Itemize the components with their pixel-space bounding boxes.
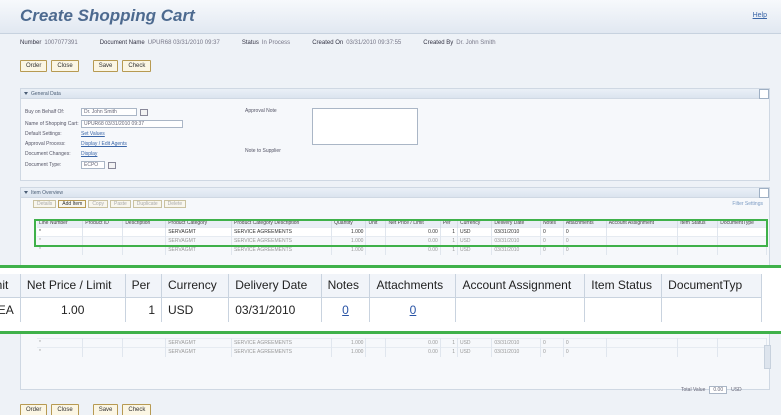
total-value-amount: 0.00: [709, 386, 728, 394]
highlight-frame: [34, 219, 768, 247]
buy-on-behalf-row: Buy on Behalf Of: Dr. John Smith: [25, 108, 148, 116]
zoom-col-per[interactable]: Per: [125, 274, 163, 297]
buy-on-behalf-field[interactable]: Dr. John Smith: [81, 108, 137, 116]
zoom-col-delivery-date[interactable]: Delivery Date: [228, 274, 322, 297]
zoomed-table-header: Unit Net Price / Limit Per Currency Deli…: [0, 274, 762, 297]
zoom-col-currency[interactable]: Currency: [161, 274, 230, 297]
settings-link[interactable]: Settings: [745, 201, 763, 207]
top-button-row: Order Close Save Check: [20, 60, 152, 72]
zoom-price-cell[interactable]: 1.00: [20, 296, 126, 322]
zoom-currency-cell[interactable]: USD: [161, 296, 230, 322]
title-bar: Create Shopping Cart Help: [0, 0, 781, 34]
document-changes-row: Document Changes: Display: [25, 151, 98, 157]
order-button[interactable]: Order: [20, 60, 48, 72]
display-changes-link[interactable]: Display: [81, 151, 97, 157]
table-row[interactable]: EA 1.00 1 USD 03/31/2010 0 0: [0, 296, 762, 322]
value-help-icon[interactable]: [108, 161, 116, 169]
header-number: Number 1007077391: [20, 40, 78, 46]
order-button[interactable]: Order: [20, 404, 48, 415]
header-created-on: Created On 03/31/2010 09:37:55: [312, 40, 402, 46]
expand-triangle-icon: [24, 191, 28, 194]
total-value-label: Total Value: [681, 387, 706, 393]
zoom-col-account-assignment[interactable]: Account Assignment: [455, 274, 586, 297]
zoom-date-cell[interactable]: 03/31/2010: [228, 296, 322, 322]
save-button[interactable]: Save: [92, 404, 119, 415]
document-header: Number 1007077391 Document Name UPUR68 03/…: [20, 40, 760, 46]
close-button[interactable]: Close: [51, 60, 79, 72]
zoomed-item-table: Unit Net Price / Limit Per Currency Deli…: [0, 274, 762, 322]
document-type-row: Document Type: ECPO: [25, 161, 116, 169]
item-table-lower: * SERVAGMT SERVICE AGREEMENTS 1.000 0.00 1…: [37, 338, 767, 357]
copy-button[interactable]: Copy: [88, 200, 108, 208]
zoom-status-cell: [584, 296, 663, 322]
zoom-col-attachments[interactable]: Attachments: [369, 274, 457, 297]
value-help-icon[interactable]: [140, 108, 148, 116]
check-button[interactable]: Check: [122, 60, 152, 72]
item-toolbar: Details Add Item Copy Paste Duplicate De…: [33, 200, 187, 208]
item-overview-header[interactable]: Item Overview: [21, 188, 769, 198]
total-value-currency: USD: [731, 387, 742, 393]
check-button[interactable]: Check: [122, 404, 152, 415]
approval-process-row: Approval Process: Display / Edit Agents: [25, 141, 127, 147]
zoom-col-net-price[interactable]: Net Price / Limit: [20, 274, 126, 297]
general-data-panel: General Data Buy on Behalf Of: Dr. John …: [20, 88, 770, 181]
edit-agents-link[interactable]: Display / Edit Agents: [81, 141, 127, 147]
cart-name-field[interactable]: UPUR68 03/31/2010 09:37: [81, 120, 183, 128]
zoom-doctype-cell[interactable]: [661, 296, 762, 322]
general-data-header[interactable]: General Data: [21, 89, 769, 99]
zoom-col-item-status[interactable]: Item Status: [584, 274, 663, 297]
header-status: Status In Process: [241, 40, 291, 46]
table-row[interactable]: * SERVAGMT SERVICE AGREEMENTS 1.000 0.00 1…: [37, 347, 767, 357]
document-type-field[interactable]: ECPO: [81, 161, 105, 169]
paste-button[interactable]: Paste: [110, 200, 131, 208]
zoom-account-cell[interactable]: [455, 296, 586, 322]
collapse-icon[interactable]: [759, 89, 769, 99]
save-button[interactable]: Save: [92, 60, 119, 72]
zoom-unit-cell[interactable]: EA: [0, 296, 21, 322]
zoom-col-unit[interactable]: Unit: [0, 274, 21, 297]
bottom-button-row: Order Close Save Check: [20, 404, 152, 415]
attachments-link[interactable]: 0: [410, 303, 417, 317]
approval-note-label: Approval Note: [245, 108, 277, 114]
zoom-attachments-cell[interactable]: 0: [369, 296, 457, 322]
zoom-per-cell[interactable]: 1: [125, 296, 163, 322]
add-item-button[interactable]: Add Item: [58, 200, 87, 208]
table-scrollbar[interactable]: [764, 345, 771, 369]
details-button[interactable]: Details: [33, 200, 57, 208]
zoomed-item-callout: Unit Net Price / Limit Per Currency Deli…: [0, 265, 781, 334]
expand-triangle-icon: [24, 92, 28, 95]
default-settings-row: Default Settings: Set Values: [25, 131, 105, 137]
zoom-notes-cell[interactable]: 0: [321, 296, 371, 322]
delete-button[interactable]: Delete: [163, 200, 187, 208]
zoom-col-notes[interactable]: Notes: [321, 274, 371, 297]
header-created-by: Created By Dr. John Smith: [423, 40, 496, 46]
set-values-link[interactable]: Set Values: [81, 131, 105, 137]
collapse-icon[interactable]: [759, 188, 769, 198]
table-row[interactable]: * SERVAGMT SERVICE AGREEMENTS 1.000 0.00 1…: [37, 338, 767, 348]
note-to-supplier-label: Note to Supplier: [245, 148, 281, 154]
notes-link[interactable]: 0: [342, 303, 349, 317]
total-value: Total Value 0.00 USD: [681, 386, 742, 394]
page-title: Create Shopping Cart: [20, 6, 195, 25]
duplicate-button[interactable]: Duplicate: [132, 200, 162, 208]
filter-settings: Filter Settings: [732, 201, 763, 207]
close-button[interactable]: Close: [51, 404, 79, 415]
filter-link[interactable]: Filter: [732, 201, 743, 207]
cart-name-row: Name of Shopping Cart: UPUR68 03/31/2010…: [25, 120, 183, 128]
approval-note-textarea[interactable]: [312, 108, 418, 145]
header-document-name: Document Name UPUR68 03/31/2010 09:37: [99, 40, 220, 46]
help-link[interactable]: Help: [753, 12, 767, 19]
zoom-col-document-type[interactable]: DocumentTyp: [661, 274, 762, 297]
